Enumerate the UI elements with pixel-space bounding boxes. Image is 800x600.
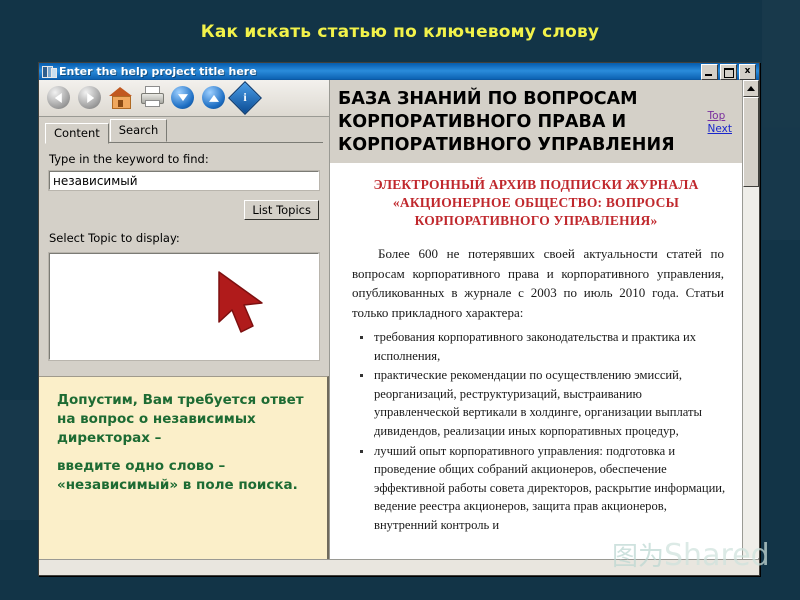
back-icon[interactable] [47,86,71,110]
window-horizontal-scrollbar[interactable] [39,559,759,575]
list-topics-row: List Topics [49,200,319,220]
page-title: Как искать статью по ключевому слову [200,22,600,42]
forward-icon[interactable] [78,86,102,110]
callout-paragraph-1: Допустим, Вам требуется ответ на вопрос … [57,392,304,446]
window-title: Enter the help project title here [59,65,257,78]
home-icon[interactable] [109,86,133,110]
document-links: Top Next [698,88,732,157]
document-bullet-list: требования корпоративного законодательст… [330,328,742,535]
window-title-bar[interactable]: Enter the help project title here x [39,63,759,80]
info-glyph: i [243,90,247,104]
document-paragraph: Более 600 не потерявших своей актуальнос… [352,246,724,320]
select-topic-label: Select Topic to display: [49,231,180,245]
keyword-input[interactable] [48,170,320,191]
keyword-label: Type in the keyword to find: [49,152,209,166]
window-body: i Content Search Type in the keyword to … [39,80,759,575]
close-button[interactable]: x [739,63,756,80]
window-controls: x [701,63,757,80]
scroll-thumb[interactable] [743,97,759,187]
print-icon[interactable] [140,86,164,110]
search-form: Type in the keyword to find: List Topics… [39,143,329,250]
toolbar: i [39,80,329,117]
navigation-pane: i Content Search Type in the keyword to … [39,80,330,575]
topic-pane: БАЗА ЗНАНИЙ ПО ВОПРОСАМ КОРПОРАТИВНОГО П… [330,80,759,575]
top-link[interactable]: Top [708,110,732,123]
list-item: лучший опыт корпоративного управления: п… [360,442,728,535]
arrow-up-icon[interactable] [202,86,226,110]
next-link[interactable]: Next [708,123,732,136]
document-header: БАЗА ЗНАНИЙ ПО ВОПРОСАМ КОРПОРАТИВНОГО П… [330,80,742,163]
document-heading: БАЗА ЗНАНИЙ ПО ВОПРОСАМ КОРПОРАТИВНОГО П… [338,89,675,155]
minimize-button[interactable] [701,63,718,80]
content-scroll-area: БАЗА ЗНАНИЙ ПО ВОПРОСАМ КОРПОРАТИВНОГО П… [330,80,759,575]
list-topics-button[interactable]: List Topics [244,200,319,220]
tab-bar: Content Search [39,117,329,144]
tab-search[interactable]: Search [109,119,168,142]
list-item: требования корпоративного законодательст… [360,328,728,365]
help-book-icon [42,65,57,78]
content-vertical-scrollbar[interactable] [742,80,759,575]
scroll-track[interactable] [743,97,759,558]
background-patch [0,400,40,520]
topic-list-box[interactable] [48,252,320,361]
arrow-down-icon[interactable] [171,86,195,110]
document-subtitle: ЭЛЕКТРОННЫЙ АРХИВ ПОДПИСКИ ЖУРНАЛА «АКЦИ… [373,177,699,228]
topic-document: БАЗА ЗНАНИЙ ПО ВОПРОСАМ КОРПОРАТИВНОГО П… [330,80,742,575]
tab-content[interactable]: Content [45,123,109,144]
help-window: Enter the help project title here x i Co… [38,62,760,576]
info-icon[interactable]: i [228,81,262,115]
scroll-up-button[interactable] [743,80,759,97]
callout-paragraph-2: введите одно слово – «независимый» в пол… [57,458,298,493]
callout-box: Допустим, Вам требуется ответ на вопрос … [39,376,329,575]
list-item: практические рекомендации по осуществлен… [360,366,728,440]
maximize-button[interactable] [720,63,737,80]
